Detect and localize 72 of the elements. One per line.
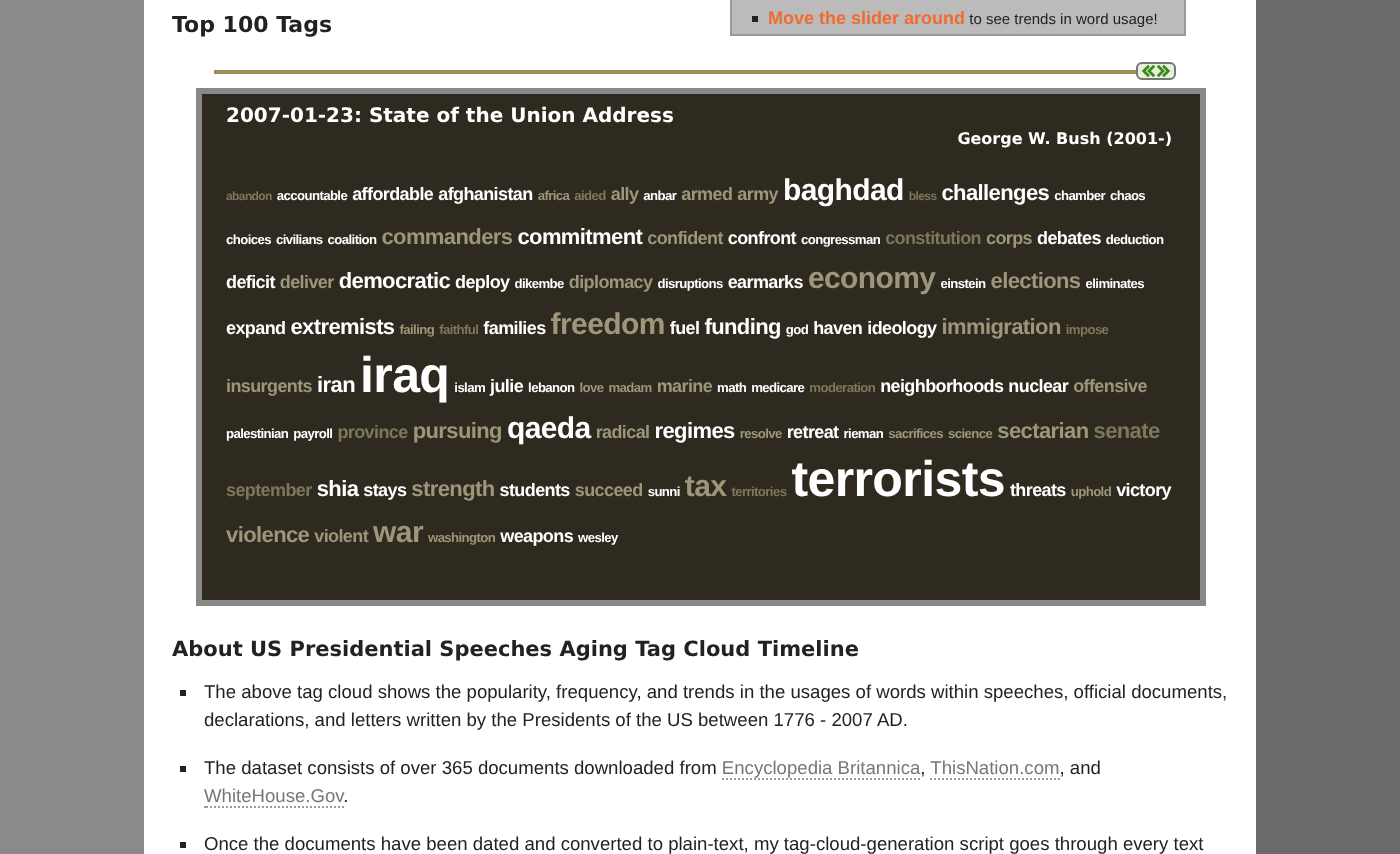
tag-word[interactable]: violence — [226, 517, 310, 556]
tag-word[interactable]: marine — [656, 368, 713, 407]
tag-word[interactable]: commitment — [517, 219, 643, 258]
bullet-icon — [180, 766, 186, 772]
bullet-icon — [752, 15, 758, 21]
link[interactable]: ThisNation.com — [930, 758, 1060, 780]
tag-word[interactable]: shia — [316, 472, 359, 511]
tag-word[interactable]: students — [499, 472, 570, 511]
tag-word[interactable]: affordable — [352, 176, 434, 215]
tag-word[interactable]: retreat — [786, 413, 839, 452]
tag-word[interactable]: julie — [490, 368, 524, 407]
tag-word[interactable]: challenges — [941, 176, 1050, 215]
tag-word[interactable]: expand — [226, 309, 286, 348]
tag-word[interactable]: weapons — [500, 517, 574, 556]
tag-word[interactable]: democratic — [338, 264, 451, 303]
tag-word[interactable]: sectarian — [997, 413, 1089, 452]
about-heading: About US Presidential Speeches Aging Tag Cloud Timeline — [172, 638, 861, 662]
paragraph: The dataset consists of over 365 documents downloaded from Encyclopedia Britannica, ThisNation.com, and WhiteHouse.Gov. — [204, 756, 1103, 810]
tag-word[interactable]: immigration — [941, 309, 1061, 348]
tag-word[interactable]: tax — [684, 468, 727, 507]
tag-word[interactable]: nuclear — [1008, 368, 1069, 407]
tag-word[interactable]: insurgents — [226, 368, 313, 407]
paragraph: The above tag cloud shows the popularity, frequency, and trends in the usages of words within speeches, official documents, declarations, and letters written by the Presidents of the US between 1776 - 2007 AD. — [204, 680, 1230, 734]
tag-word[interactable]: radical — [595, 413, 650, 452]
tag-word[interactable]: neighborhoods — [880, 368, 1004, 407]
tag-word[interactable]: regimes — [654, 413, 735, 452]
tag-word[interactable]: stays — [363, 472, 407, 511]
tag-word[interactable]: iran — [317, 368, 355, 407]
tag-word[interactable]: armed — [681, 176, 733, 215]
tag-word[interactable]: strength — [411, 472, 495, 511]
tag-word[interactable]: terrorists — [791, 454, 1005, 508]
tag-word[interactable]: iraq — [360, 350, 450, 404]
tag-word[interactable]: offensive — [1073, 368, 1147, 407]
tag-word[interactable]: army — [737, 176, 778, 215]
tag-word[interactable]: haven — [813, 309, 863, 348]
tag-word[interactable]: earmarks — [727, 264, 803, 303]
tag-word[interactable]: afghanistan — [438, 176, 533, 215]
tag-word[interactable]: threats — [1009, 472, 1066, 511]
tag-word[interactable]: ideology — [867, 309, 937, 348]
tag-word[interactable]: families — [483, 309, 546, 348]
tag-word[interactable]: confident — [647, 219, 723, 258]
tag-word[interactable]: qaeda — [506, 409, 591, 448]
tag-word[interactable]: commanders — [381, 219, 513, 258]
tag-word[interactable]: war — [373, 513, 423, 552]
bullet-icon — [180, 690, 186, 696]
tag-word[interactable]: fuel — [669, 309, 700, 348]
slider-handle[interactable] — [1136, 62, 1176, 80]
tag-word[interactable]: diplomacy — [568, 264, 653, 303]
tag-word[interactable]: violent — [314, 517, 369, 556]
tag-word[interactable]: deliver — [279, 264, 334, 303]
tag-word[interactable]: corps — [985, 219, 1032, 258]
tag-word[interactable]: deploy — [455, 264, 510, 303]
tag-word[interactable]: funding — [704, 309, 781, 348]
tag-word[interactable]: victory — [1116, 472, 1171, 511]
section-heading: Top 100 Tags — [172, 12, 333, 42]
tag-word[interactable]: debates — [1037, 219, 1101, 258]
tag-word[interactable]: confront — [727, 219, 796, 258]
link[interactable]: WhiteHouse.Gov — [204, 786, 344, 808]
tag-word[interactable]: economy — [807, 260, 936, 299]
tag-word[interactable]: succeed — [574, 472, 643, 511]
tag-word[interactable]: freedom — [550, 305, 665, 344]
tag-word[interactable]: pursuing — [412, 413, 502, 452]
speech-title: 2007-01-23: State of the Union Address — [226, 106, 676, 128]
bullet-icon — [180, 842, 186, 848]
president-name: George W. Bush (2001-) — [957, 130, 1172, 148]
paragraph: Once the documents have been dated and converted to plain-text, my tag-cloud-generation script goes through every text — [204, 832, 1204, 854]
link[interactable]: Encyclopedia Britannica — [721, 758, 921, 780]
tag-word[interactable]: deficit — [226, 264, 275, 303]
tag-word[interactable]: elections — [990, 264, 1081, 303]
tag-word[interactable]: extremists — [290, 309, 395, 348]
tag-word[interactable]: baghdad — [782, 172, 904, 211]
tag-word[interactable]: ally — [610, 176, 639, 215]
